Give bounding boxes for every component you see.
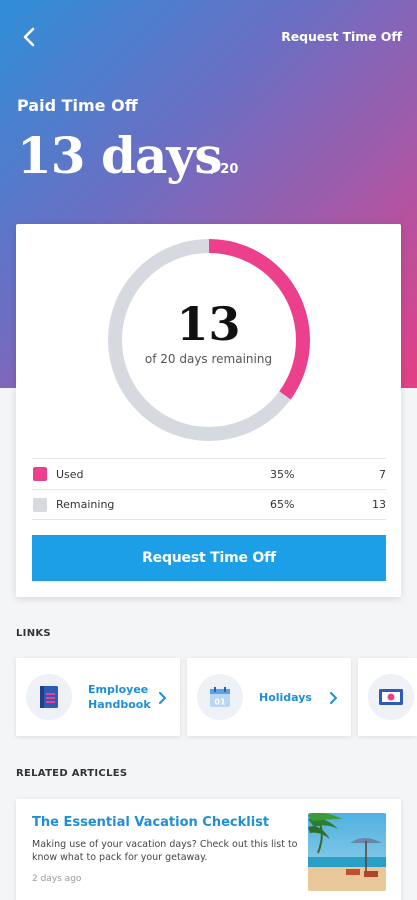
money-icon [368,674,414,720]
legend-percent: 65% [270,498,295,511]
related-articles-section-title: RELATED ARTICLES [16,768,128,779]
link-label: Holidays [259,690,312,704]
article-excerpt: Making use of your vacation days? Check … [32,839,298,863]
link-employee-handbook[interactable]: Employee Handbook [16,658,180,736]
days-value: 13 days [17,126,223,185]
pto-summary-card: 13 of 20 days remaining Used 35% 7 Remai… [16,224,401,597]
chevron-right-icon [158,689,167,708]
request-time-off-button[interactable]: Request Time Off [32,535,386,581]
article-timestamp: 2 days ago [32,874,82,884]
link-compensation[interactable] [358,658,417,736]
legend-label: Remaining [56,498,115,511]
page-title: Paid Time Off [17,96,138,115]
remaining-swatch [33,497,47,512]
svg-text:01: 01 [214,698,226,707]
remaining-days-caption: of 20 days remaining [144,352,273,366]
legend-count: 13 [372,498,386,511]
links-section-title: LINKS [16,628,51,639]
back-button[interactable] [14,24,44,54]
legend-row-used: Used 35% 7 [32,458,386,489]
days-total: / 20 [211,162,239,177]
chevron-left-icon [21,27,37,51]
request-time-off-link[interactable]: Request Time Off [281,29,402,44]
calendar-icon: 01 [197,674,243,720]
chevron-right-icon [329,689,338,708]
beach-image [308,813,386,891]
link-label: Employee Handbook [88,683,151,711]
handbook-icon [26,674,72,720]
legend-percent: 35% [270,467,295,481]
legend-count: 7 [379,467,386,481]
article-title[interactable]: The Essential Vacation Checklist [32,815,269,830]
article-card[interactable]: The Essential Vacation Checklist Making … [16,799,401,900]
remaining-days-number: 13 [176,297,241,351]
used-swatch [33,467,47,481]
legend-label: Used [56,467,84,481]
legend-row-remaining: Remaining 65% 13 [32,489,386,520]
link-holidays[interactable]: 01 Holidays [187,658,351,736]
